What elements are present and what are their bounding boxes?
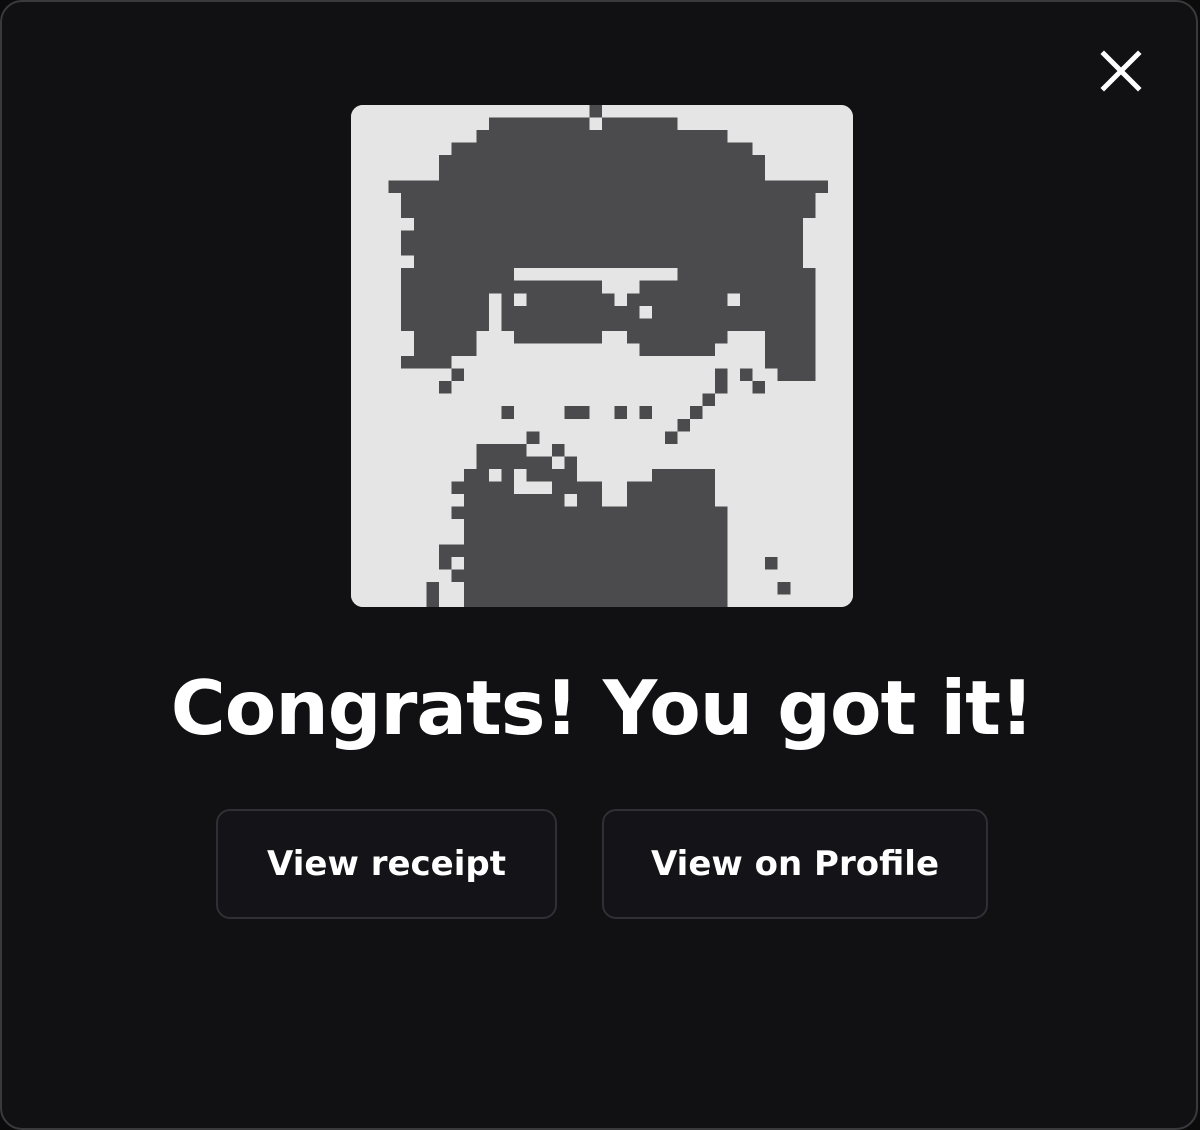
view-receipt-button[interactable]: View receipt xyxy=(216,809,557,919)
close-icon xyxy=(1100,50,1142,92)
view-receipt-label: View receipt xyxy=(267,844,506,884)
purchase-success-modal: Congrats! You got it! View receipt View … xyxy=(0,0,1198,1130)
pixel-portrait-image xyxy=(351,105,853,607)
success-title: Congrats! You got it! xyxy=(170,664,1034,752)
view-on-profile-label: View on Profile xyxy=(650,844,940,884)
view-on-profile-button[interactable]: View on Profile xyxy=(602,809,988,919)
close-button[interactable] xyxy=(1096,46,1146,96)
nft-artwork xyxy=(351,105,853,607)
